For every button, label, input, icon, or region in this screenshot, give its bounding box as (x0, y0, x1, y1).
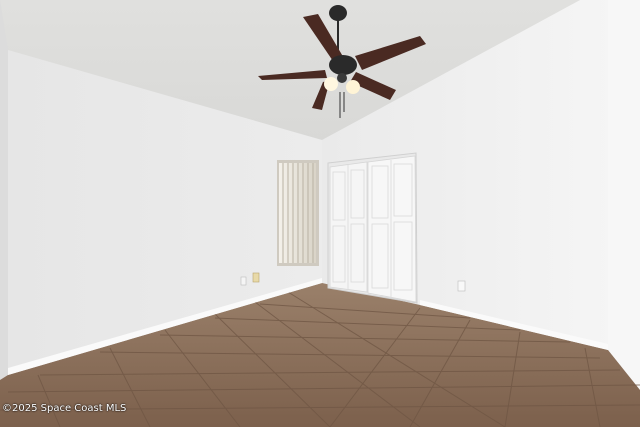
room-photo: ©2025 Space Coast MLS (0, 0, 640, 427)
wall-outlet-left (240, 276, 247, 286)
left-edge-wall (0, 0, 8, 380)
room-illustration (0, 0, 640, 427)
window-blind-slats (282, 163, 314, 263)
closet-door-right (367, 155, 417, 303)
mls-watermark: ©2025 Space Coast MLS (2, 403, 127, 414)
wall-switch (252, 272, 260, 283)
closet-door-left (329, 161, 368, 293)
wall-outlet-right (457, 280, 466, 292)
